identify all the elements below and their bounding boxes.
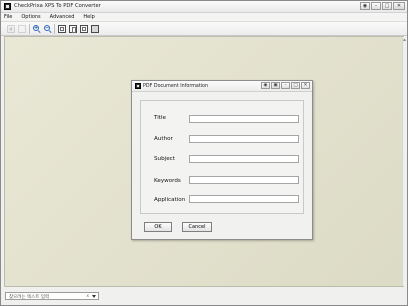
menu-advanced[interactable]: Advanced [50, 14, 75, 20]
title-label: Title [154, 115, 166, 121]
maximize-button[interactable]: □ [382, 2, 392, 10]
app-icon [4, 3, 11, 10]
window-controls: ◉ – □ ✕ [360, 2, 405, 11]
title-bar: CheckPrixa XPS To PDF Converter ◉ – □ ✕ [1, 1, 407, 13]
author-label: Author [154, 136, 173, 142]
actual-size-icon[interactable] [80, 25, 88, 33]
dialog-title-bar: PDF Document Information ◉ ▣ – □ ✕ [132, 81, 312, 92]
dialog-app-icon [135, 83, 141, 89]
vertical-scrollbar[interactable] [402, 37, 406, 286]
keywords-label: Keywords [154, 178, 181, 184]
toolbar-separator [29, 24, 30, 34]
cancel-button[interactable]: Cancel [182, 222, 212, 232]
menu-bar: File Options Advanced Help [1, 13, 407, 22]
menu-help[interactable]: Help [83, 14, 94, 20]
toolbar-separator [54, 24, 55, 34]
menu-options[interactable]: Options [21, 14, 40, 20]
keywords-field[interactable] [189, 176, 299, 184]
application-field[interactable] [189, 195, 299, 203]
chevron-down-icon[interactable] [92, 295, 96, 298]
zoom-out-icon[interactable]: − [44, 25, 52, 34]
application-label: Application [154, 197, 186, 203]
back-icon[interactable] [7, 25, 15, 33]
zoom-in-icon[interactable]: + [33, 25, 41, 34]
dialog-restore-button[interactable]: ▣ [271, 82, 280, 89]
dialog-extra-icon[interactable]: ◉ [261, 82, 270, 89]
window-title: CheckPrixa XPS To PDF Converter [14, 3, 101, 9]
dialog-controls: ◉ ▣ – □ ✕ [261, 82, 310, 89]
title-field[interactable] [189, 115, 299, 123]
toolbar: + − [1, 22, 407, 36]
pdf-info-dialog: PDF Document Information ◉ ▣ – □ ✕ Title… [131, 80, 313, 240]
fit-page-icon[interactable] [69, 25, 77, 33]
search-combobox[interactable]: 찾으려는 텍스트 입력 x [5, 292, 99, 300]
clear-icon[interactable]: x [86, 294, 89, 299]
dialog-maximize-button[interactable]: □ [291, 82, 300, 89]
dialog-close-button[interactable]: ✕ [301, 82, 310, 89]
scroll-up-icon[interactable] [403, 38, 406, 41]
menu-file[interactable]: File [4, 14, 12, 20]
status-bar: 찾으려는 텍스트 입력 x [1, 288, 407, 305]
fit-window-icon[interactable] [58, 25, 66, 33]
dialog-minimize-button[interactable]: – [281, 82, 290, 89]
main-window: CheckPrixa XPS To PDF Converter ◉ – □ ✕ … [0, 0, 408, 306]
dialog-title: PDF Document Information [143, 83, 209, 89]
subject-field[interactable] [189, 155, 299, 163]
extra-icon[interactable]: ◉ [360, 2, 370, 10]
search-placeholder: 찾으려는 텍스트 입력 [9, 295, 50, 300]
author-field[interactable] [189, 135, 299, 143]
document-info-group: Title Author Subject Keywords Applicatio… [140, 100, 304, 214]
ok-button[interactable]: OK [144, 222, 172, 232]
close-button[interactable]: ✕ [393, 2, 405, 10]
document-icon[interactable] [18, 25, 26, 33]
minimize-button[interactable]: – [371, 2, 381, 10]
subject-label: Subject [154, 156, 175, 162]
view-mode-icon[interactable] [91, 25, 99, 33]
